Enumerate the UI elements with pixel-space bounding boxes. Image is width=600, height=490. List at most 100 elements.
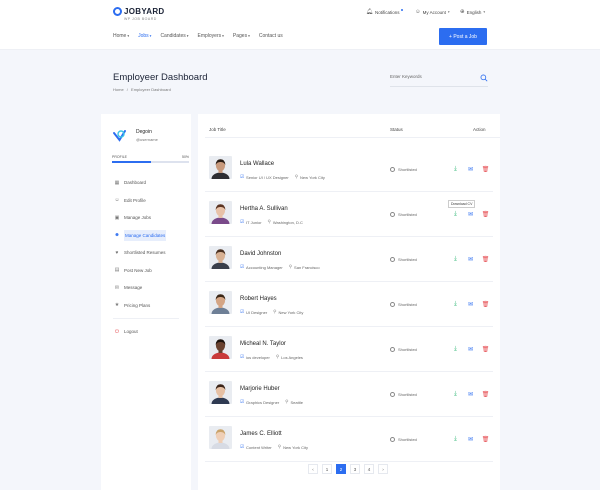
sidebar-item-manage-candidates[interactable]: ☻ Manage Candidates [101, 227, 191, 245]
candidate-photo[interactable] [209, 426, 232, 449]
table-row: Hertha A. Sullivan ☑ IT Junior ⚲ Washington,… [205, 192, 493, 237]
sidebar-divider [113, 318, 179, 319]
candidate-photo[interactable] [209, 291, 232, 314]
download-icon[interactable]: ⤓ [452, 301, 459, 308]
trash-icon[interactable]: 🗑︎ [482, 256, 490, 263]
status-badge: Shortlisted [390, 347, 417, 352]
trash-icon[interactable]: 🗑︎ [482, 391, 490, 398]
mail-icon[interactable]: ✉ [467, 211, 474, 218]
pagination-prev[interactable]: ‹ [308, 464, 318, 474]
candidate-photo[interactable] [209, 201, 232, 224]
candidate-name[interactable]: Micheal N. Taylor [240, 341, 286, 347]
page-title: Employeer Dashboard [113, 72, 208, 83]
status-badge: Shortlisted [390, 212, 417, 217]
candidate-name[interactable]: David Johnston [240, 251, 281, 257]
nav-item-home[interactable]: Home ▾ [113, 33, 129, 39]
document-icon: ▤ [114, 267, 120, 274]
pagination-page-4[interactable]: 4 [364, 464, 374, 474]
mail-icon[interactable]: ✉ [467, 166, 474, 173]
nav-item-candidates[interactable]: Candidates ▾ [160, 33, 188, 39]
language-select[interactable]: ⊕ English ▾ [460, 9, 485, 15]
search-icon[interactable] [480, 74, 488, 82]
profile-summary: Degoin @username [112, 128, 158, 143]
nav-item-jobs[interactable]: Jobs ▾ [138, 33, 151, 39]
trash-icon[interactable]: 🗑︎ [482, 211, 490, 218]
candidate-name[interactable]: Hertha A. Sullivan [240, 206, 288, 212]
download-icon[interactable]: ⤓ [452, 166, 459, 173]
post-job-button[interactable]: + Post a Job [439, 28, 487, 45]
candidate-photo[interactable] [209, 336, 232, 359]
my-account-menu[interactable]: ☺ My Account ▾ [415, 9, 450, 15]
trash-icon[interactable]: 🗑︎ [482, 166, 490, 173]
sidebar-item-label: Dashboard [124, 180, 147, 186]
globe-icon: ⊕ [460, 9, 465, 15]
breadcrumb-home[interactable]: Home [113, 87, 124, 92]
sidebar-item-manage-jobs[interactable]: ▣ Manage Jobs [101, 209, 191, 227]
candidate-role: Accounting Manager [246, 264, 283, 270]
site-logo[interactable]: JOBYARD WP JOB BOARD [113, 7, 164, 21]
candidate-name[interactable]: James C. Elliott [240, 431, 282, 437]
mail-icon[interactable]: ✉ [467, 301, 474, 308]
dashboard-sidebar: Degoin @username PROFILE 50% ▦ Dashboard ☺… [101, 114, 191, 490]
chevron-down-icon: ▾ [222, 34, 224, 38]
download-icon[interactable]: ⤓ [452, 436, 459, 443]
mail-icon[interactable]: ✉ [467, 256, 474, 263]
candidate-meta: ☑ Accounting Manager ⚲ San Francisco [240, 264, 320, 270]
search-input[interactable] [390, 74, 470, 79]
sidebar-item-logout[interactable]: ⏻ Logout [101, 323, 191, 341]
trash-icon[interactable]: 🗑︎ [482, 346, 490, 353]
chevron-down-icon: ▾ [483, 10, 486, 14]
candidate-photo[interactable] [209, 156, 232, 179]
pagination-page-3[interactable]: 3 [350, 464, 360, 474]
sidebar-item-edit-profile[interactable]: ☺ Edit Profile [101, 192, 191, 210]
column-header-job-title: Job Title [209, 127, 226, 132]
candidate-photo[interactable] [209, 381, 232, 404]
mail-icon[interactable]: ✉ [467, 391, 474, 398]
notifications-link[interactable]: 🔔︎ Notifications [366, 9, 403, 15]
download-icon[interactable]: ⤓ [452, 346, 459, 353]
pagination-page-2[interactable]: 2 [336, 464, 346, 474]
avatar [112, 128, 127, 143]
download-icon[interactable]: ⤓ [452, 256, 459, 263]
nav-item-contact-us[interactable]: Contact us [259, 33, 283, 39]
chat-icon: ✉ [114, 284, 120, 291]
sidebar-item-post-new-job[interactable]: ▤ Post New Job [101, 262, 191, 280]
sidebar-item-dashboard[interactable]: ▦ Dashboard [101, 174, 191, 192]
nav-item-employers[interactable]: Employers ▾ [198, 33, 224, 39]
candidate-name[interactable]: Marjorie Huber [240, 386, 280, 392]
download-icon[interactable]: ⤓ [452, 211, 459, 218]
chevron-down-icon: ▾ [149, 34, 152, 38]
status-label: Shortlisted [398, 347, 417, 352]
status-label: Shortlisted [398, 167, 417, 172]
mail-icon[interactable]: ✉ [467, 346, 474, 353]
candidate-name[interactable]: Lula Wallace [240, 161, 274, 167]
clock-icon [390, 257, 395, 262]
status-label: Shortlisted [398, 302, 417, 307]
nav-item-pages[interactable]: Pages ▾ [233, 33, 250, 39]
candidate-role: UI Designer [246, 309, 268, 315]
mail-icon[interactable]: ✉ [467, 436, 474, 443]
nav-item-label: Home [113, 33, 127, 39]
download-icon[interactable]: ⤓ [452, 391, 459, 398]
candidate-meta: ☑ Content Writer ⚲ New York City [240, 444, 308, 450]
bell-icon: 🔔︎ [366, 9, 373, 15]
candidate-location: Los Angeles [281, 354, 303, 360]
status-label: Shortlisted [398, 257, 417, 262]
trash-icon[interactable]: 🗑︎ [482, 301, 490, 308]
candidate-role: Graphics Designer [246, 399, 280, 405]
candidate-photo[interactable] [209, 246, 232, 269]
sidebar-menu: ▦ Dashboard ☺ Edit Profile ▣ Manage Jobs ☻ Mana… [101, 174, 191, 341]
sidebar-item-shortlisted-resumes[interactable]: ♥ Shortlisted Resumes [101, 244, 191, 262]
pagination-page-1[interactable]: 1 [322, 464, 332, 474]
sidebar-item-message[interactable]: ✉ Message [101, 279, 191, 297]
my-account-label: My Account [422, 9, 446, 15]
pagination-next[interactable]: › [378, 464, 388, 474]
clock-icon [390, 347, 395, 352]
nav-item-label: Candidates [160, 33, 186, 39]
sidebar-item-pricing-plans[interactable]: ★ Pricing Plans [101, 297, 191, 315]
table-row: Marjorie Huber ☑ Graphics Designer ⚲ Seattle… [205, 372, 493, 417]
trash-icon[interactable]: 🗑︎ [482, 436, 490, 443]
profile-progress-fill [112, 161, 151, 163]
nav-item-label: Jobs [138, 33, 149, 39]
candidate-name[interactable]: Robert Hayes [240, 296, 277, 302]
